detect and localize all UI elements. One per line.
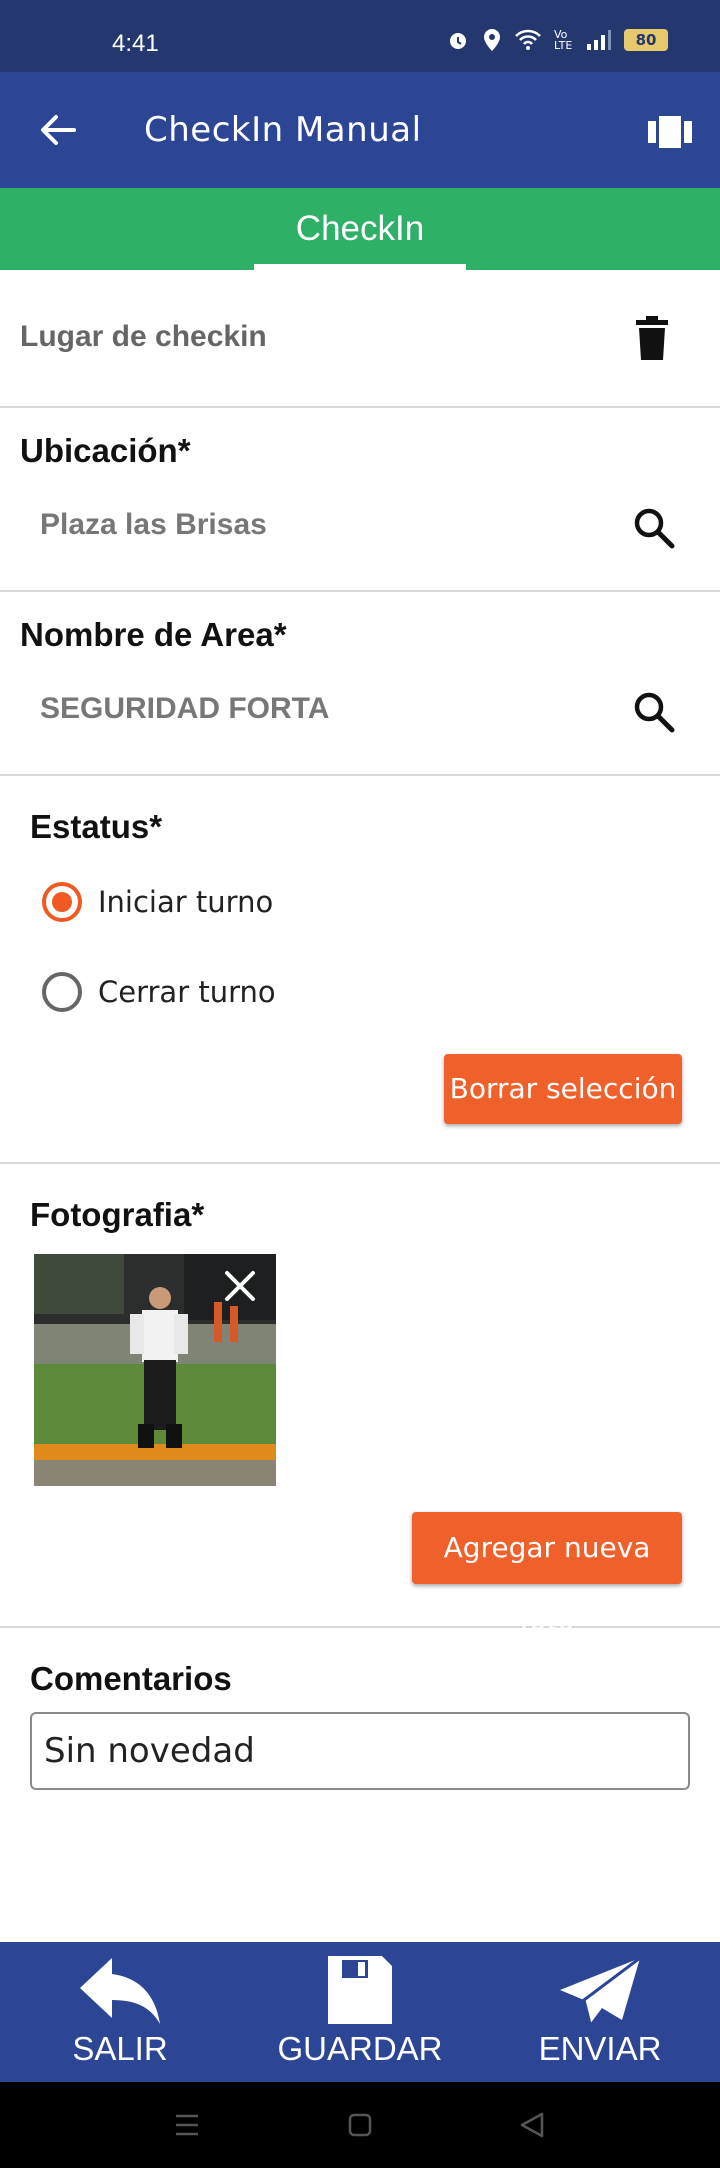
arrow-left-icon	[41, 115, 76, 145]
search-icon[interactable]	[630, 504, 678, 552]
reply-icon	[80, 1958, 160, 2024]
page-title: CheckIn Manual	[144, 110, 422, 150]
trash-icon[interactable]	[632, 316, 672, 362]
system-nav-bar	[0, 2082, 720, 2168]
radio-label: Cerrar turno	[98, 975, 276, 1009]
comentarios-title: Comentarios	[30, 1660, 232, 1697]
location-icon	[484, 29, 500, 51]
fotografia-title: Fotografia*	[30, 1196, 205, 1233]
radio-button-checked[interactable]	[42, 882, 82, 922]
save-button[interactable]: GUARDAR	[260, 1942, 460, 2082]
estatus-title: Estatus*	[30, 808, 163, 845]
alarm-icon	[450, 33, 466, 49]
exit-label: SALIR	[72, 2030, 168, 2067]
battery-icon: 80	[624, 29, 668, 51]
area-title: Nombre de Area*	[20, 616, 287, 653]
status-bar: 4:41 Vo LTE 80	[0, 0, 720, 72]
status-icons: Vo LTE 80	[446, 28, 668, 52]
wifi-icon	[515, 29, 541, 50]
area-section: Nombre de Area* SEGURIDAD FORTA	[0, 592, 720, 776]
add-photo-button[interactable]: Agregar nueva foto	[412, 1512, 682, 1636]
ubicacion-field[interactable]: Plaza las Brisas	[40, 508, 267, 542]
radio-button[interactable]	[42, 972, 82, 1012]
view-carousel-icon	[648, 116, 692, 148]
photo-thumbnail[interactable]	[34, 1254, 276, 1486]
area-field[interactable]: SEGURIDAD FORTA	[40, 692, 329, 726]
estatus-section: Estatus* Iniciar turno Cerrar turno Borr…	[0, 776, 720, 1164]
gallery-button[interactable]	[646, 108, 694, 156]
back-nav-icon[interactable]	[510, 2102, 556, 2148]
back-button[interactable]	[30, 102, 86, 158]
send-label: ENVIAR	[538, 2030, 662, 2067]
ubicacion-section: Ubicación* Plaza las Brisas	[0, 408, 720, 592]
network-type: Vo LTE	[554, 28, 573, 52]
menu-icon[interactable]	[164, 2102, 210, 2148]
radio-iniciar-turno[interactable]: Iniciar turno	[42, 882, 273, 922]
bottom-action-bar: SALIR GUARDAR ENVIAR	[0, 1942, 720, 2082]
tab-checkin[interactable]: CheckIn	[254, 188, 466, 270]
close-icon[interactable]	[222, 1268, 258, 1304]
status-time: 4:41	[112, 30, 159, 57]
tab-bar: CheckIn	[0, 188, 720, 270]
radio-cerrar-turno[interactable]: Cerrar turno	[42, 972, 276, 1012]
exit-button[interactable]: SALIR	[20, 1942, 220, 2082]
search-icon[interactable]	[630, 688, 678, 736]
save-label: GUARDAR	[277, 2030, 443, 2067]
send-button[interactable]: ENVIAR	[500, 1942, 700, 2082]
comments-input[interactable]: Sin novedad	[30, 1712, 690, 1790]
send-icon	[560, 1956, 641, 2025]
save-icon	[328, 1956, 392, 2024]
home-icon[interactable]	[337, 2102, 383, 2148]
ubicacion-title: Ubicación*	[20, 432, 191, 469]
place-section: Lugar de checkin	[0, 270, 720, 408]
radio-label: Iniciar turno	[98, 885, 274, 919]
signal-icon	[587, 30, 611, 50]
clear-selection-button[interactable]: Borrar selección	[444, 1054, 682, 1124]
app-bar: CheckIn Manual	[0, 72, 720, 188]
place-label: Lugar de checkin	[20, 320, 267, 353]
